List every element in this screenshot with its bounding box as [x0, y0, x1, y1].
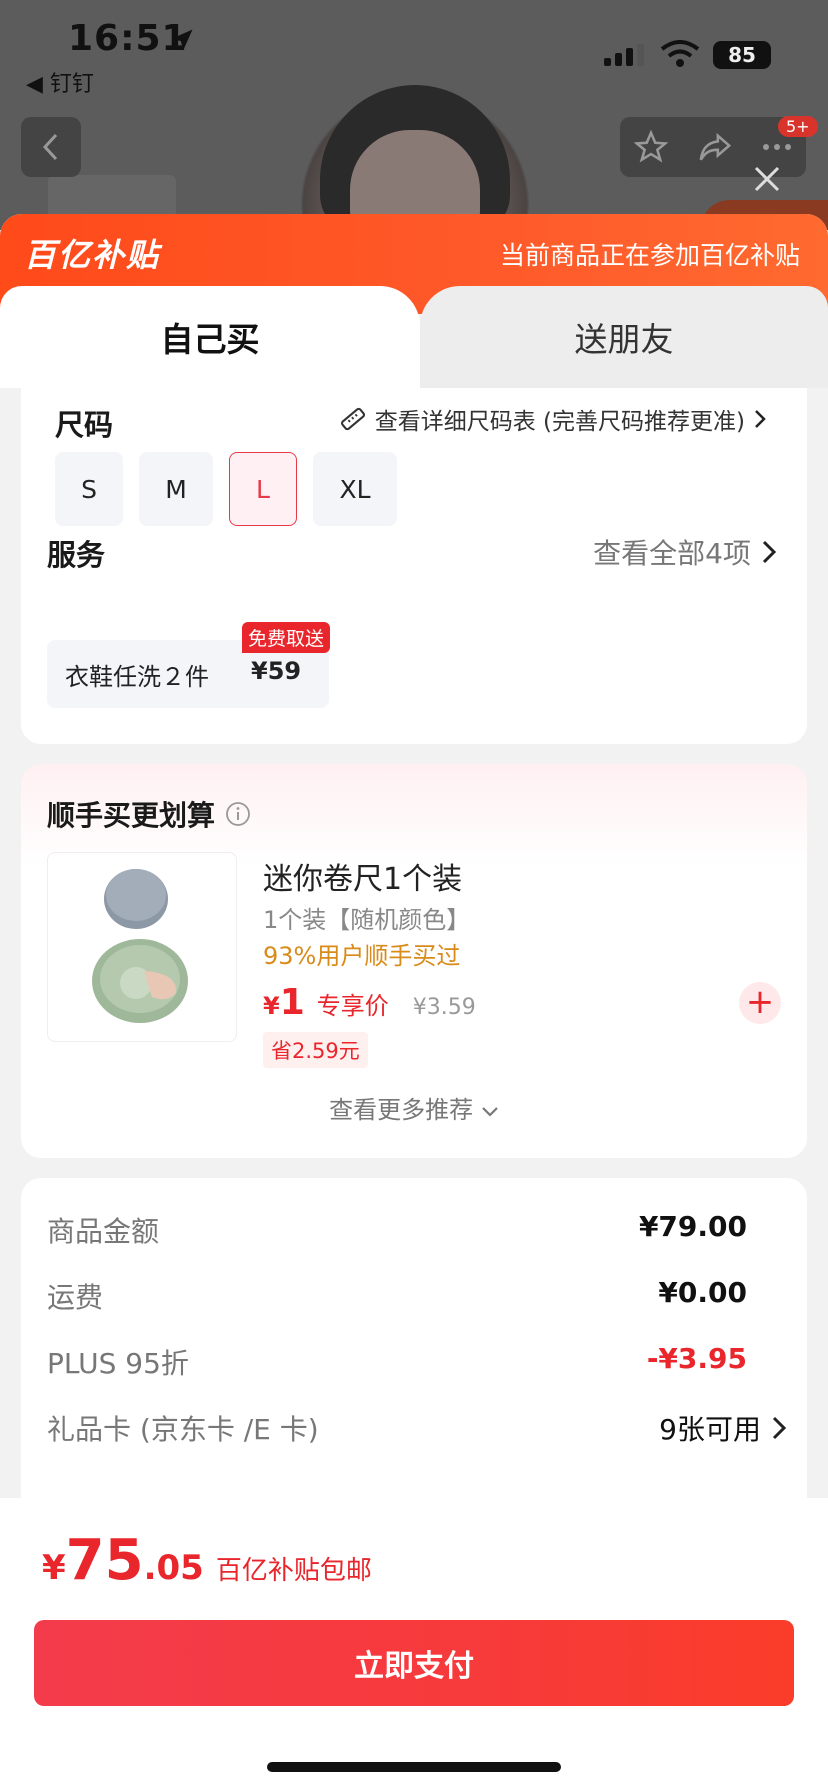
summary-value: ¥79.00: [638, 1210, 747, 1243]
summary-row-goods: 商品金额 ¥79.00: [47, 1210, 787, 1250]
tab-gift-friend[interactable]: 送朋友: [420, 286, 828, 388]
payment-footer: ¥ 75 .05 百亿补贴包邮 立即支付: [0, 1498, 828, 1792]
subsidy-note: 当前商品正在参加百亿补贴: [499, 241, 800, 270]
nav-back-button[interactable]: [21, 117, 81, 177]
chevron-right-icon: [755, 410, 766, 428]
chevron-left-icon: [42, 133, 58, 161]
product-price-row: ¥1 专享价 ¥3.59: [263, 982, 476, 1023]
tab-label: 送朋友: [574, 320, 674, 359]
product-purchase-stat: 93%用户顺手买过: [263, 942, 461, 970]
price-summary-card: 商品金额 ¥79.00 运费 ¥0.00 PLUS 95折 -¥3.95 礼品卡…: [21, 1178, 807, 1508]
gift-card-count: 9张可用: [659, 1413, 761, 1446]
product-price: ¥1: [263, 982, 305, 1023]
summary-value: ¥0.00: [658, 1276, 747, 1309]
size-option-xl[interactable]: XL: [313, 452, 397, 526]
battery-indicator: 85: [713, 41, 771, 69]
checkout-sheet: 百亿补贴 当前商品正在参加百亿补贴 自己买 送朋友 尺码 查看详细尺码表 (完善…: [0, 214, 828, 1792]
message-badge: 5+: [778, 116, 818, 137]
size-option-s[interactable]: S: [55, 452, 123, 526]
location-arrow-icon: [171, 29, 193, 51]
service-price: ¥59: [251, 657, 302, 685]
service-title: 服务: [47, 538, 106, 572]
summary-row-gift-card[interactable]: 礼品卡 (京东卡 /E 卡) 9张可用: [47, 1408, 787, 1448]
size-options: S M L XL: [55, 452, 397, 526]
chevron-right-icon: [772, 1416, 787, 1440]
service-view-all-label: 查看全部4项: [593, 537, 751, 570]
product-image[interactable]: [47, 852, 237, 1042]
total-price: ¥ 75 .05 百亿补贴包邮: [42, 1528, 372, 1593]
free-pickup-badge: 免费取送: [242, 622, 331, 653]
summary-label: PLUS 95折: [47, 1347, 189, 1380]
tape-measure-image: [92, 869, 188, 1023]
summary-label: 商品金额: [47, 1215, 160, 1248]
tab-buy-self[interactable]: 自己买: [0, 286, 442, 388]
info-icon[interactable]: [225, 801, 251, 827]
subsidy-logo: 百亿补贴: [24, 236, 161, 274]
price-symbol: ¥: [263, 992, 280, 1020]
service-view-all[interactable]: 查看全部4项: [593, 532, 777, 572]
chevron-down-icon: [482, 1107, 498, 1117]
summary-value: 9张可用: [659, 1408, 787, 1448]
total-integer: 75: [65, 1528, 144, 1593]
service-name: 衣鞋任洗２件: [65, 663, 209, 691]
size-option-m[interactable]: M: [139, 452, 213, 526]
recommendation-title-text: 顺手买更划算: [47, 799, 216, 832]
purchase-tabs: 自己买 送朋友: [0, 286, 828, 388]
home-indicator: [267, 1762, 561, 1772]
summary-row-plus-discount: PLUS 95折 -¥3.95: [47, 1342, 787, 1382]
close-icon[interactable]: [752, 164, 782, 194]
total-currency: ¥: [42, 1548, 66, 1588]
view-more-label: 查看更多推荐: [329, 1096, 474, 1124]
summary-label: 礼品卡 (京东卡 /E 卡): [47, 1413, 319, 1446]
share-icon[interactable]: [697, 130, 733, 164]
star-icon[interactable]: [634, 130, 669, 164]
total-decimal: .05: [143, 1548, 204, 1588]
chevron-right-icon: [762, 540, 777, 564]
back-to-app-link[interactable]: ◀ 钉钉: [26, 66, 94, 98]
subsidy-shipping-tag: 百亿补贴包邮: [215, 1556, 372, 1586]
ruler-icon: [340, 407, 365, 431]
recommendation-card: 顺手买更划算 迷你卷尺1个装 1个装【随机颜色】 93%用户顺手买过 ¥1 专享…: [21, 764, 807, 1158]
pay-now-button[interactable]: 立即支付: [34, 1620, 794, 1706]
size-option-l[interactable]: L: [229, 452, 297, 526]
product-spec: 1个装【随机颜色】: [263, 906, 471, 934]
recommendation-title: 顺手买更划算: [47, 794, 251, 834]
size-chart-label: 查看详细尺码表 (完善尺码推荐更准): [374, 409, 745, 435]
original-price: ¥3.59: [412, 995, 476, 1020]
tab-label: 自己买: [160, 320, 260, 359]
price-value: 1: [279, 982, 305, 1023]
wifi-icon: [660, 40, 700, 67]
savings-badge: 省2.59元: [263, 1032, 368, 1068]
exclusive-price-label: 专享价: [316, 992, 389, 1020]
summary-value: -¥3.95: [646, 1342, 747, 1375]
size-title: 尺码: [55, 408, 114, 442]
size-service-card: 尺码 查看详细尺码表 (完善尺码推荐更准) S M L XL 服务 查看全部4项…: [21, 388, 807, 744]
signal-icon: [604, 44, 644, 66]
add-product-button[interactable]: +: [739, 982, 781, 1024]
summary-label: 运费: [47, 1281, 104, 1314]
size-chart-link[interactable]: 查看详细尺码表 (完善尺码推荐更准): [339, 402, 767, 436]
summary-row-shipping: 运费 ¥0.00: [47, 1276, 787, 1316]
more-icon[interactable]: [762, 142, 792, 152]
product-name[interactable]: 迷你卷尺1个装: [263, 854, 462, 898]
view-more-recommendations[interactable]: 查看更多推荐: [21, 1090, 807, 1125]
